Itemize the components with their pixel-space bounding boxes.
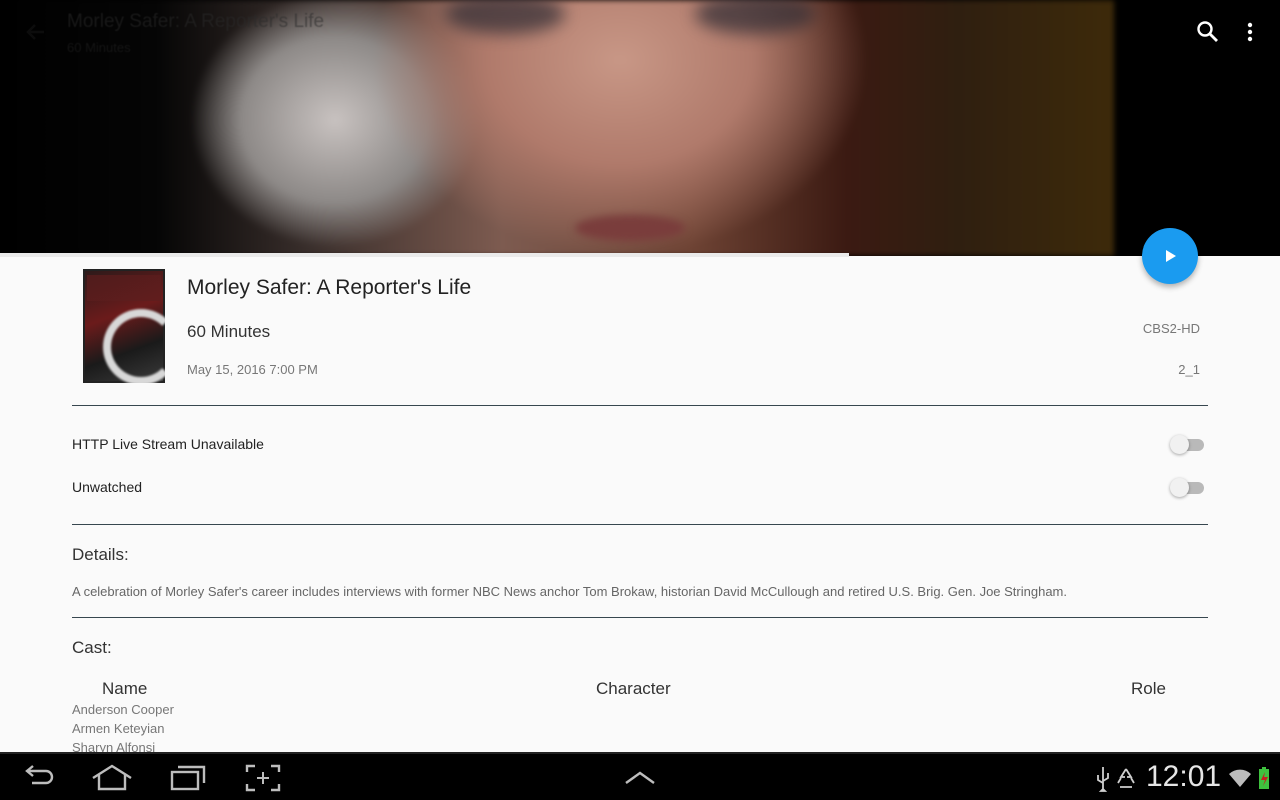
cast-heading: Cast:	[72, 638, 112, 657]
screenshot-icon[interactable]	[244, 763, 282, 793]
program-series: 60 Minutes	[187, 322, 271, 341]
home-icon[interactable]	[90, 763, 134, 793]
cast-column-character: Character	[596, 679, 671, 698]
details-description: A celebration of Morley Safer's career i…	[72, 584, 1067, 599]
divider	[72, 617, 1208, 618]
thumbnail-art	[87, 275, 161, 301]
system-nav-bar: 12:01	[0, 752, 1280, 800]
overflow-menu-icon[interactable]	[1236, 16, 1264, 48]
app-bar-subtitle: 60 Minutes	[67, 40, 131, 55]
cast-column-role: Role	[1131, 679, 1166, 698]
program-thumbnail	[83, 269, 165, 383]
switch-knob	[1170, 478, 1189, 497]
details-heading: Details:	[72, 545, 129, 564]
search-icon[interactable]	[1192, 16, 1224, 48]
thumbnail-art	[103, 309, 165, 383]
battery-charging-icon	[1256, 763, 1272, 793]
back-icon[interactable]	[20, 763, 58, 793]
cast-column-name: Name	[102, 679, 148, 698]
status-clock: 12:01	[1146, 760, 1222, 793]
http-live-stream-label: HTTP Live Stream Unavailable	[72, 436, 264, 452]
program-title: Morley Safer: A Reporter's Life	[187, 276, 472, 299]
recycle-icon	[1114, 763, 1138, 793]
program-channel: CBS2-HD	[1142, 321, 1200, 336]
usb-icon	[1093, 763, 1113, 793]
wifi-icon	[1228, 763, 1252, 793]
back-arrow-icon[interactable]	[20, 18, 50, 46]
divider	[72, 524, 1208, 525]
playback-progress-bar	[0, 253, 849, 257]
program-channel-number: 2_1	[1178, 362, 1200, 377]
divider	[72, 405, 1208, 406]
hero-image-detail	[575, 215, 685, 241]
cast-member-name: Anderson Cooper	[72, 702, 174, 717]
up-chevron-icon[interactable]	[623, 763, 657, 793]
unwatched-switch[interactable]	[1170, 477, 1206, 497]
switch-knob	[1170, 435, 1189, 454]
http-live-stream-switch[interactable]	[1170, 434, 1206, 454]
app-bar-title: Morley Safer: A Reporter's Life	[67, 11, 325, 32]
cast-member-name: Armen Keteyian	[72, 721, 165, 736]
play-button[interactable]	[1142, 228, 1198, 284]
recent-apps-icon[interactable]	[168, 763, 208, 793]
program-airdate: May 15, 2016 7:00 PM	[187, 362, 318, 377]
unwatched-label: Unwatched	[72, 479, 143, 495]
app-bar: Morley Safer: A Reporter's Life 60 Minut…	[0, 0, 1280, 64]
play-icon	[1166, 250, 1176, 262]
